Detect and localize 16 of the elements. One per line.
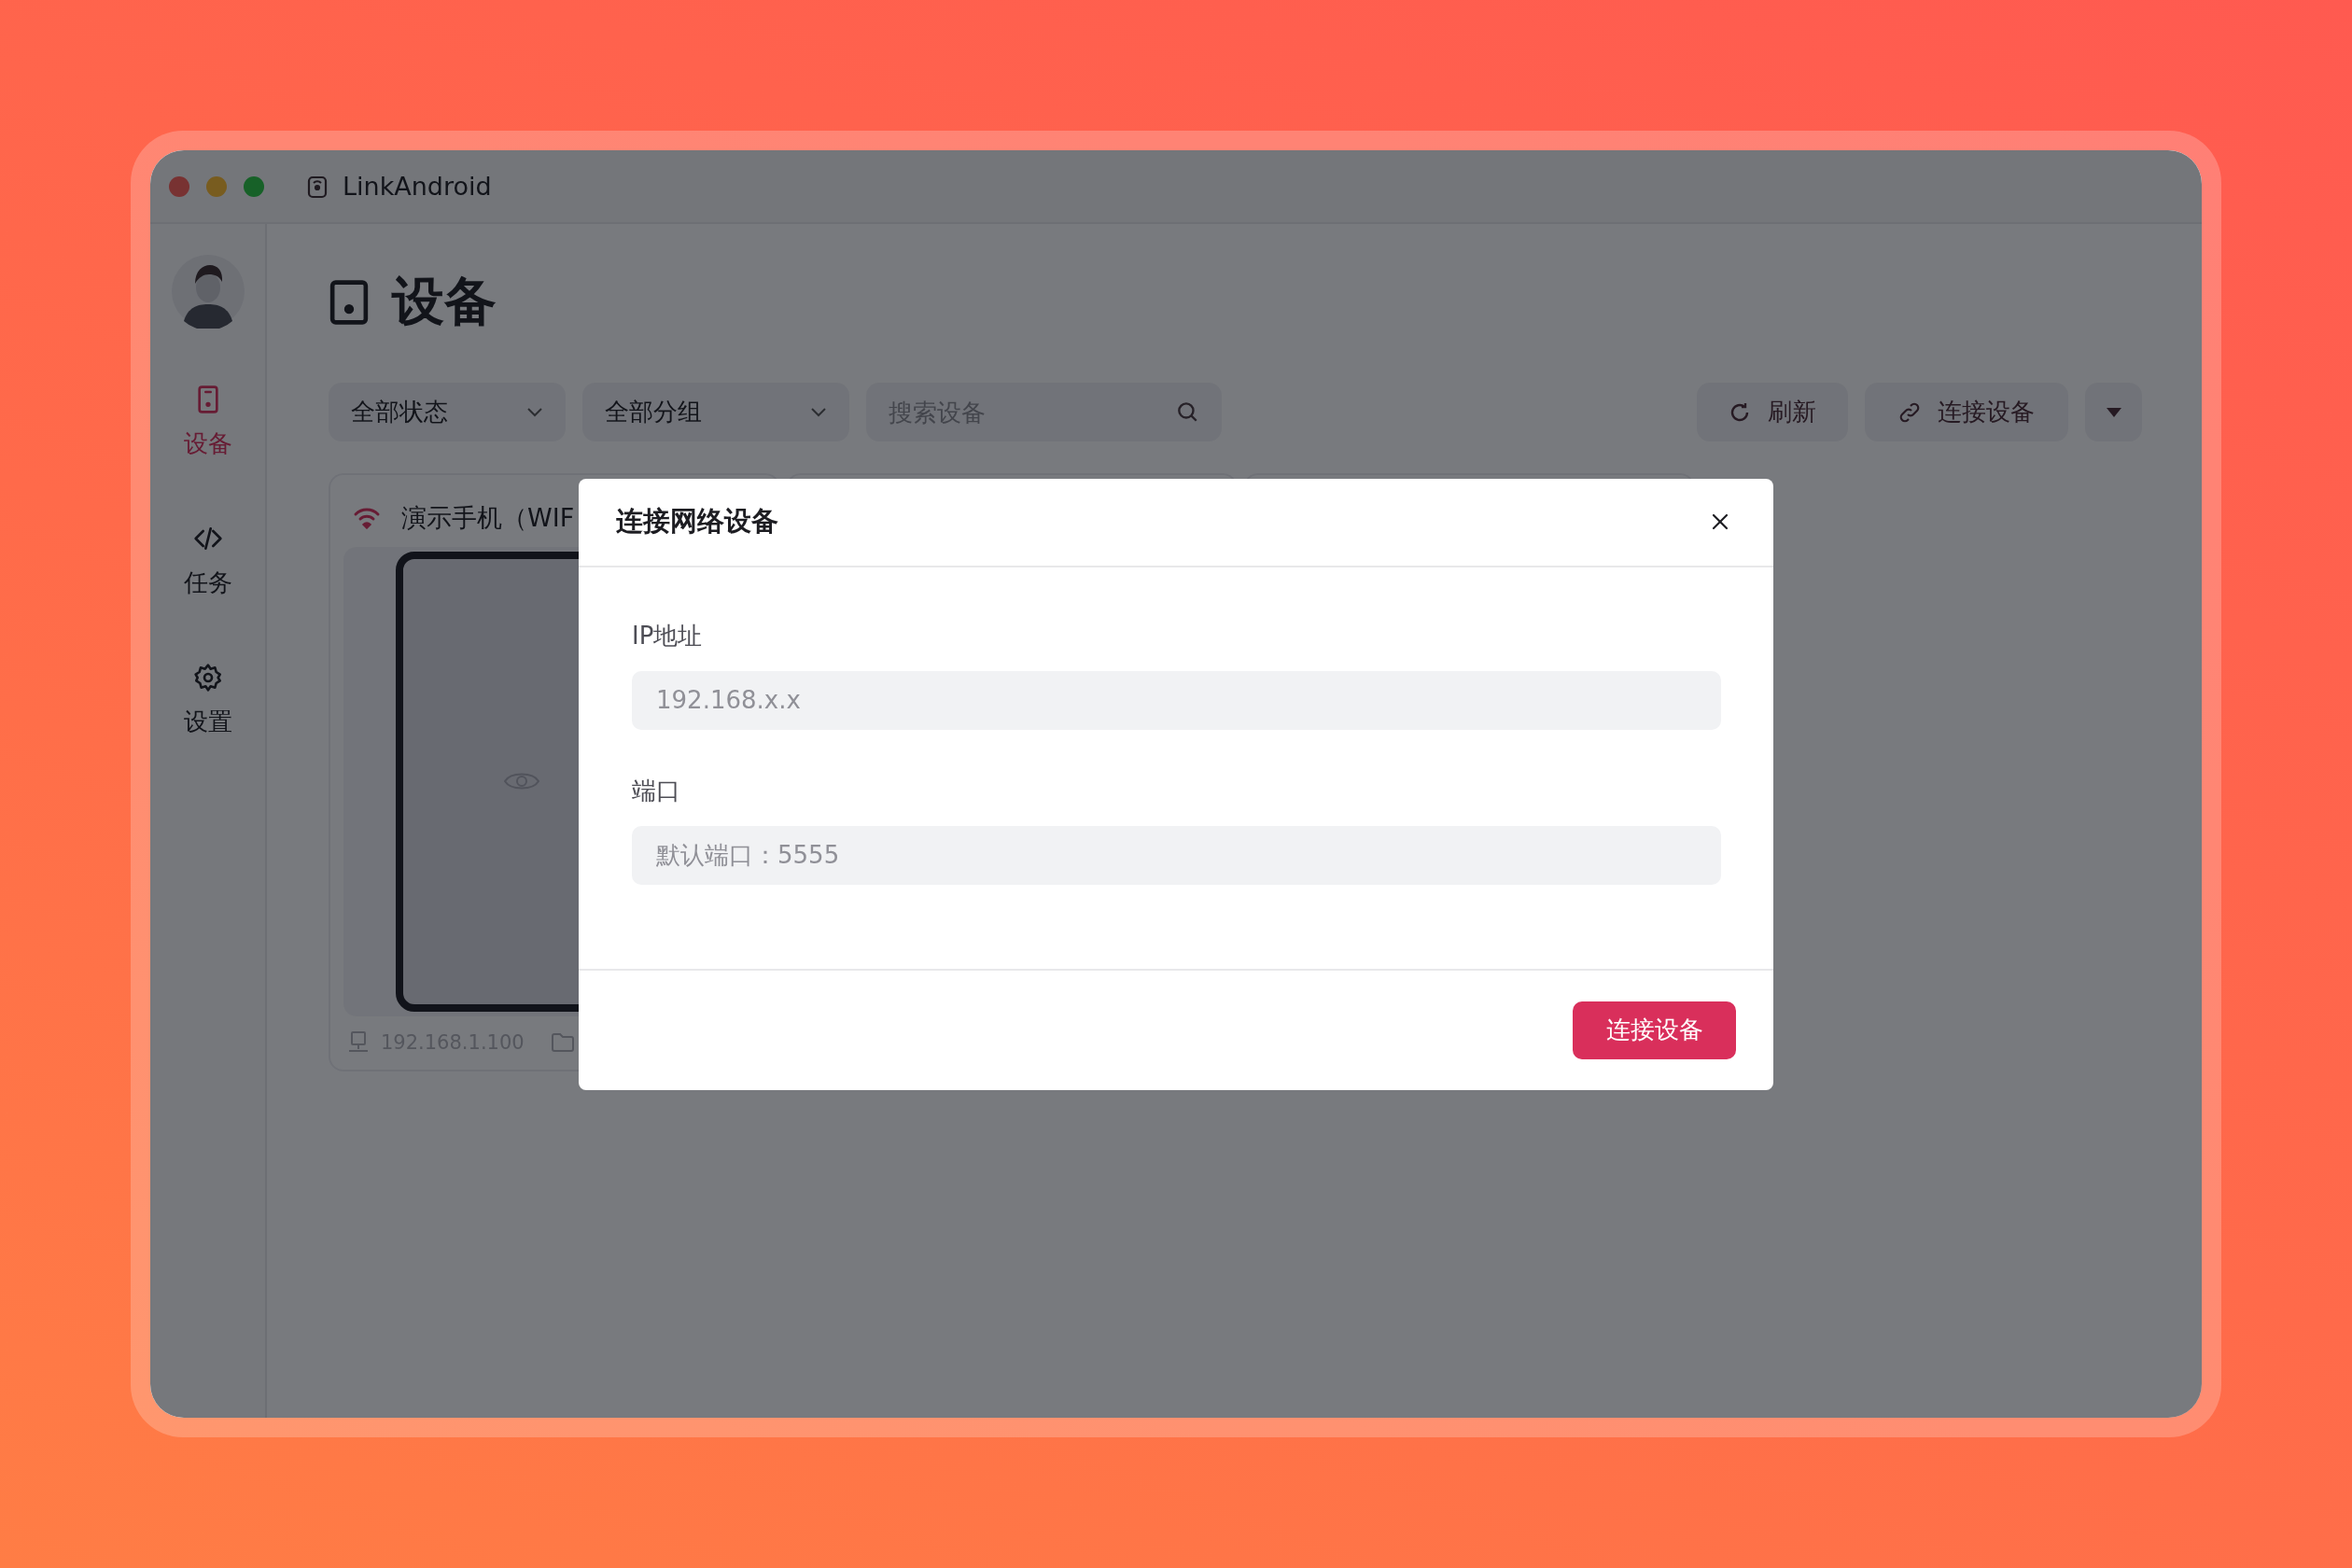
field-label: 端口 — [632, 775, 681, 806]
dialog-title: 连接网络设备 — [616, 504, 778, 539]
sidebar-item[interactable]: 设置 — [183, 655, 232, 746]
field-label: IP地址 — [632, 620, 704, 651]
filter-dropdown[interactable]: 全部状态 — [329, 383, 566, 441]
device-name: 演示手机（WIF — [401, 501, 575, 534]
window-title: LinkAndroid — [343, 172, 492, 201]
connect-button[interactable]: 连接设备 — [1865, 383, 2068, 441]
refresh-button[interactable]: 刷新 — [1697, 383, 1848, 441]
input-field[interactable]: 192.168.x.x — [632, 670, 1721, 730]
sidebar-item[interactable]: 设备 — [183, 377, 232, 468]
sidebar-item[interactable]: 任务 — [183, 516, 232, 607]
page-title: 设备 — [392, 270, 497, 333]
input-field[interactable]: 默认端口：5555 — [632, 825, 1721, 885]
filter-dropdown[interactable]: 全部分组 — [582, 383, 849, 441]
submit-button[interactable]: 连接设备 — [1573, 1001, 1736, 1059]
